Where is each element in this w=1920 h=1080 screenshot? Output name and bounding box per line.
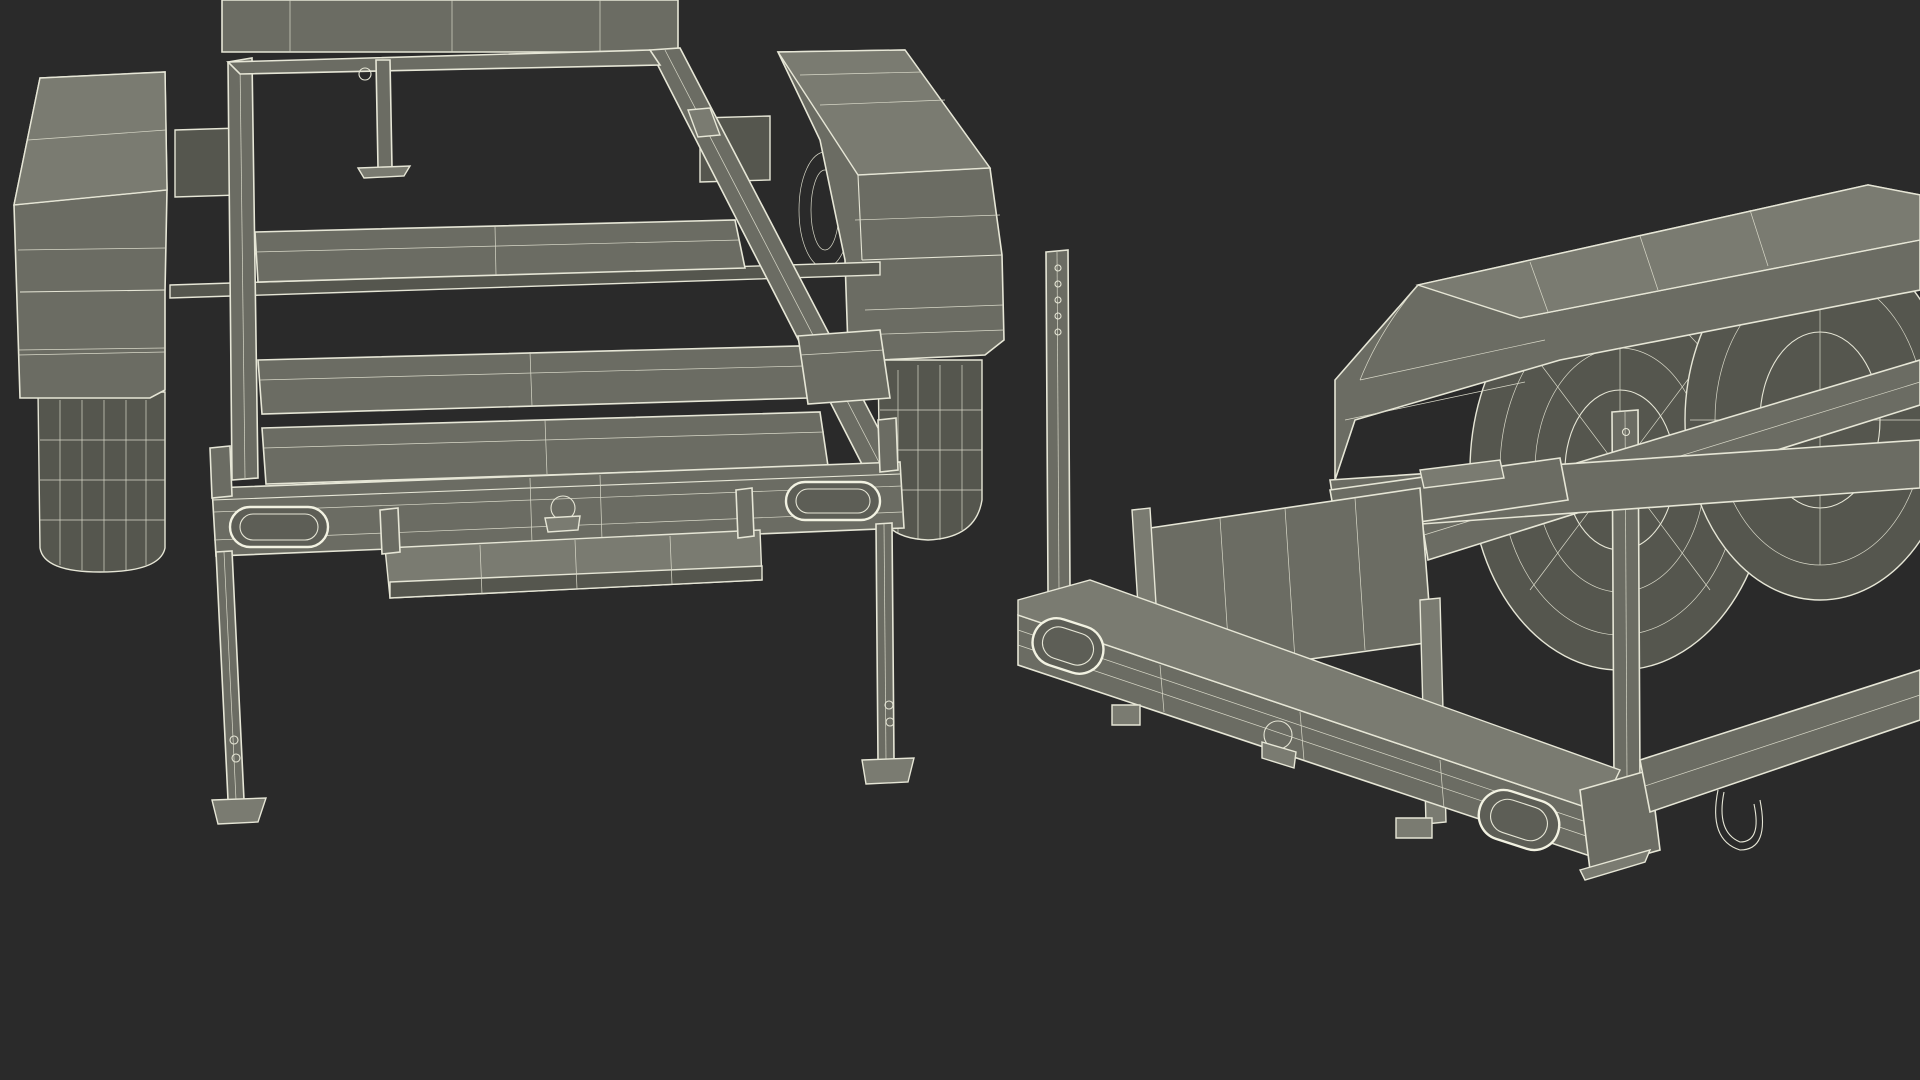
left-trailer <box>13 0 1005 825</box>
wireframe-render <box>13 0 1920 881</box>
left-trailer-front-board <box>221 0 679 53</box>
left-trailer-crossmember-2 <box>257 345 809 415</box>
render-viewport <box>0 0 1920 1080</box>
left-trailer-front-jack <box>356 59 412 179</box>
right-trailer-bracket-left <box>1111 704 1141 726</box>
left-trailer-frame-rail-left <box>227 57 259 481</box>
left-trailer-front-crossbar <box>226 49 662 75</box>
left-trailer-tail-lamp-left <box>228 505 330 549</box>
right-trailer-bracket-right <box>1395 817 1433 839</box>
right-trailer <box>1017 184 1920 881</box>
right-trailer-tow-ring <box>1715 789 1764 851</box>
right-trailer-right-rail <box>1639 669 1920 814</box>
left-trailer-fender-left <box>13 71 168 399</box>
left-trailer-corner-block <box>797 329 891 405</box>
left-trailer-tail-lamp-right <box>784 480 882 522</box>
left-trailer-wheel-left <box>37 391 166 573</box>
right-trailer-upright-left <box>1045 249 1071 593</box>
